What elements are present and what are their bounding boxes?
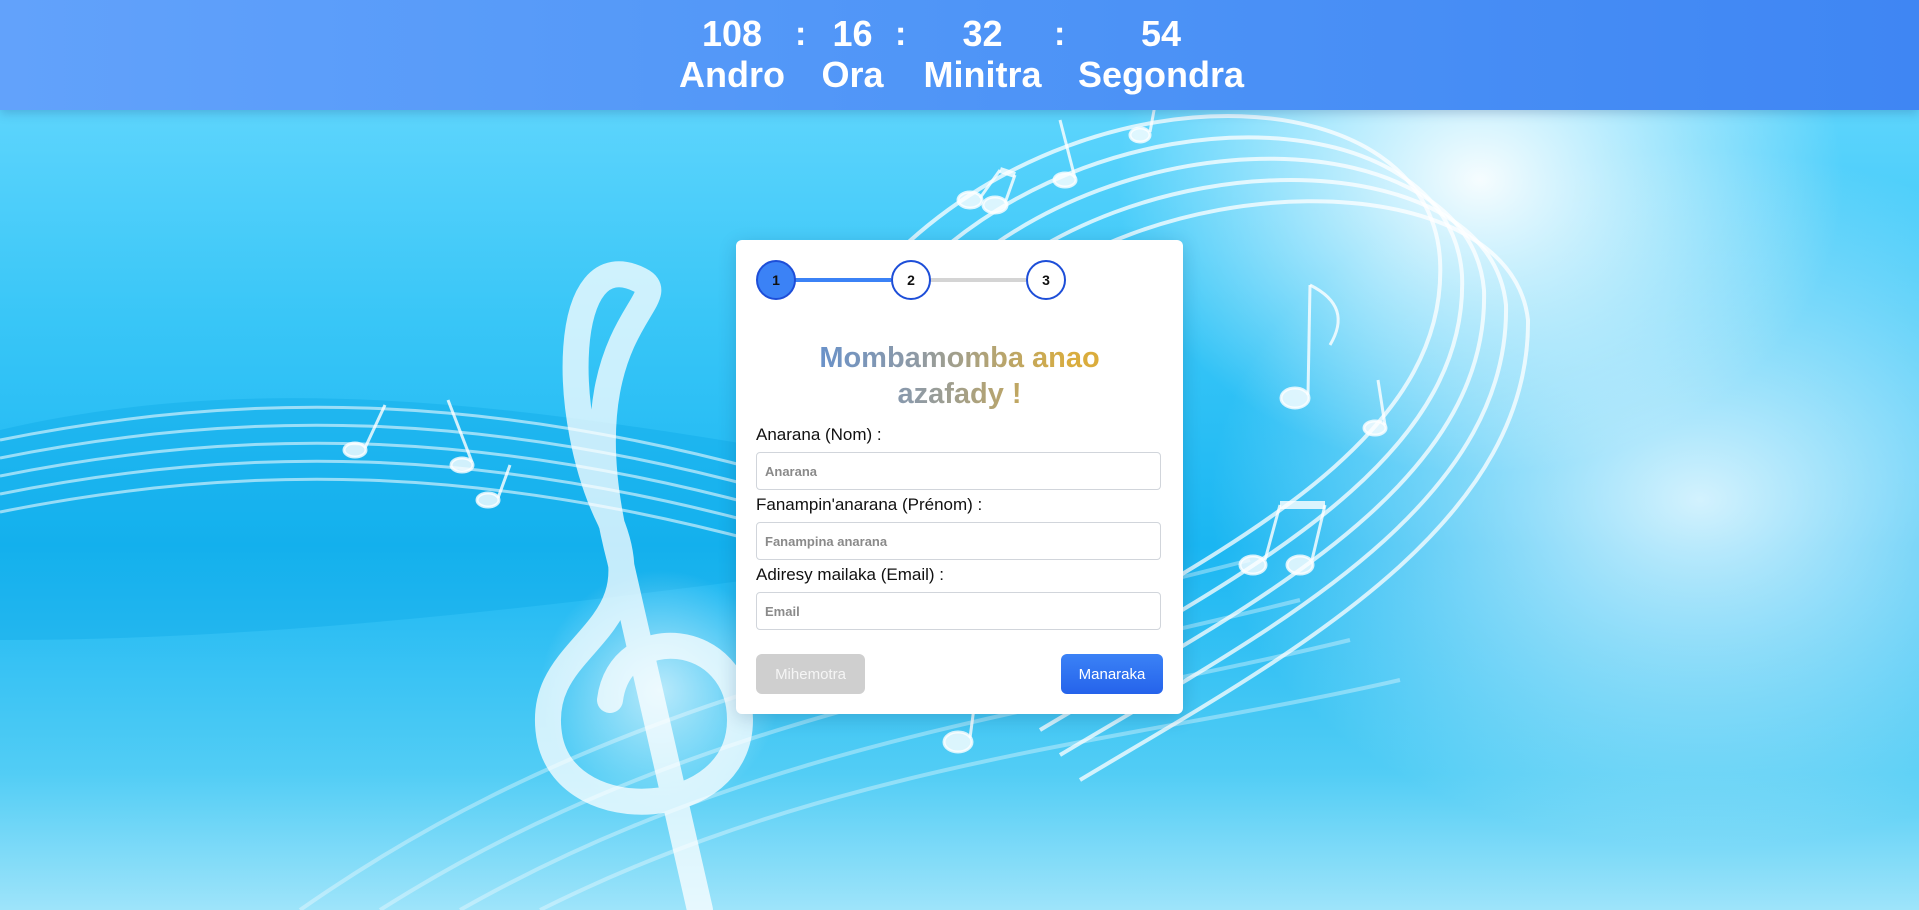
countdown-timer: 108 Andro : 16 Ora : 32 Minitra : 54 Seg…: [0, 14, 1919, 104]
separator: :: [795, 15, 807, 53]
step-3: 3: [1026, 260, 1066, 300]
seconds-value: 54: [1140, 13, 1182, 54]
last-name-input[interactable]: [756, 452, 1161, 490]
form-title-line-2: azafady !: [897, 378, 1022, 410]
step-2: 2: [891, 260, 931, 300]
form-title-line-1: Mombamomba anao: [819, 342, 1100, 374]
progress-stepper: 1 2 3: [756, 260, 1066, 300]
next-button[interactable]: Manaraka: [1061, 654, 1163, 694]
step-1: 1: [756, 260, 796, 300]
first-name-label: Fanampin'anarana (Prénom) :: [756, 495, 983, 514]
separator: :: [1054, 15, 1066, 53]
countdown-days: 108 Andro: [670, 14, 794, 96]
days-value: 108: [701, 13, 763, 54]
minutes-value: 32: [962, 13, 1003, 54]
first-name-input[interactable]: [756, 522, 1161, 560]
seconds-label: Segondra: [1077, 54, 1245, 95]
countdown-minutes: 32 Minitra: [915, 14, 1050, 96]
form-title: Mombamomba anao azafady !: [736, 340, 1183, 412]
separator: :: [895, 15, 907, 53]
countdown-hours: 16 Ora: [810, 14, 895, 96]
previous-button[interactable]: Mihemotra: [756, 654, 865, 694]
countdown-seconds: 54 Segondra: [1076, 14, 1246, 96]
countdown-bar: 108 Andro : 16 Ora : 32 Minitra : 54 Seg…: [0, 0, 1919, 110]
last-name-label: Anarana (Nom) :: [756, 425, 882, 444]
days-label: Andro: [679, 54, 785, 95]
email-input[interactable]: [756, 592, 1161, 630]
hours-label: Ora: [821, 54, 884, 95]
registration-card: 1 2 3 Mombamomba anao azafady ! Anarana …: [736, 240, 1183, 714]
email-label: Adiresy mailaka (Email) :: [756, 565, 944, 584]
minutes-label: Minitra: [923, 54, 1042, 95]
hours-value: 16: [832, 13, 873, 54]
